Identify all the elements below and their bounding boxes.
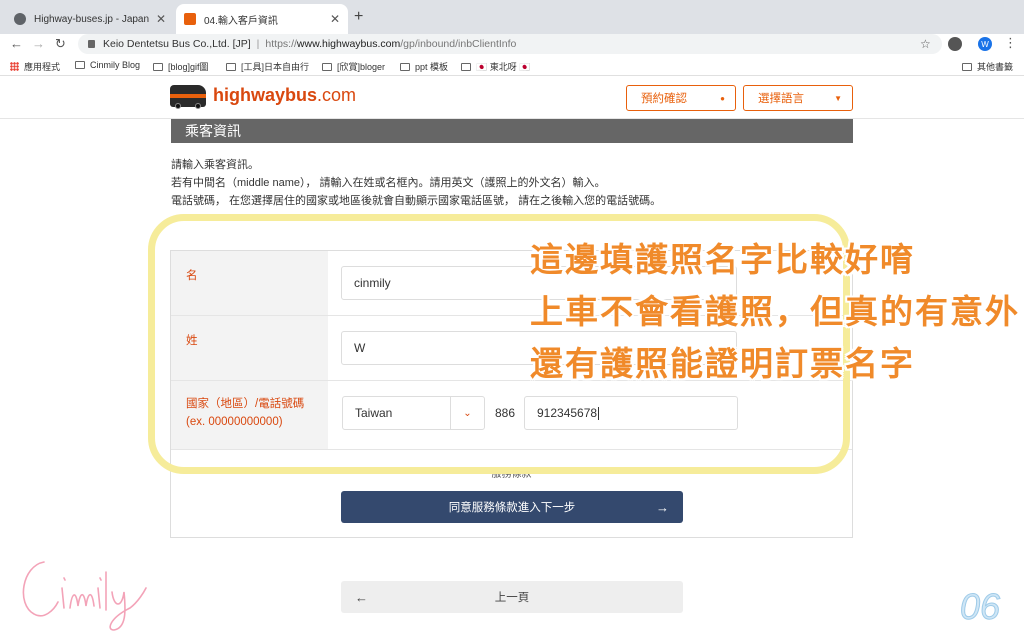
annotation-line: 這邊填護照名字比較好唷 bbox=[530, 241, 915, 278]
bookmark-label: [欣賞]bloger bbox=[337, 62, 386, 72]
button-label: 上一頁 bbox=[494, 592, 530, 604]
url-scheme: https:// bbox=[265, 38, 297, 50]
button-label: 預約確認 bbox=[641, 93, 687, 105]
bookmark-label: Cinmily Blog bbox=[90, 60, 141, 70]
forward-arrow-icon[interactable]: → bbox=[32, 36, 45, 51]
browser-tab-bar: Highway-buses.jp - Japan ✕ 04.輸入客戶資訊 ✕ + bbox=[0, 0, 1024, 34]
bookmark-ppt[interactable]: ppt 模板 bbox=[400, 60, 448, 73]
browser-tab-client-info[interactable]: 04.輸入客戶資訊 ✕ bbox=[176, 4, 348, 34]
button-label: 選擇語言 bbox=[758, 93, 804, 105]
bookmark-label: 應用程式 bbox=[24, 62, 61, 72]
site-header: highwaybus.com 預約確認 ● 選擇語言 ▼ bbox=[0, 77, 1024, 119]
apps-grid-icon bbox=[10, 62, 19, 71]
arrow-right-icon: → bbox=[656, 499, 669, 515]
tab-title: 04.輸入客戶資訊 bbox=[204, 15, 278, 27]
bookmark-star-icon[interactable]: ☆ bbox=[920, 37, 931, 51]
instruction-line: 電話號碼， 在您選擇居住的國家或地區後就會自動顯示國家電話區號， 請在之後輸入您… bbox=[171, 195, 662, 207]
address-bar[interactable]: Keio Dentetsu Bus Co.,Ltd. [JP] | https:… bbox=[78, 34, 942, 54]
folder-icon bbox=[153, 62, 163, 71]
booking-confirm-button[interactable]: 預約確認 ● bbox=[626, 85, 736, 111]
globe-icon bbox=[14, 13, 26, 25]
bookmark-label: [工具]日本自由行 bbox=[241, 62, 310, 72]
caret-down-icon: ▼ bbox=[834, 93, 842, 103]
annotation-text: 這邊填護照名字比較好唷 上車不會看護照，但真的有意外 還有護照能證明訂票名字 bbox=[530, 234, 1020, 390]
back-arrow-icon[interactable]: ← bbox=[10, 36, 23, 51]
url-path: /gp/inbound/inbClientInfo bbox=[400, 38, 517, 50]
bookmark-other[interactable]: 其他書籤 bbox=[962, 60, 1013, 73]
bookmark-label: 其他書籤 bbox=[977, 62, 1014, 72]
folder-icon bbox=[962, 62, 972, 71]
section-title: 乘客資訊 bbox=[185, 123, 241, 139]
bookmark-cinmily-blog[interactable]: Cinmily Blog bbox=[75, 60, 140, 70]
bookmark-japan-trip[interactable]: [工具]日本自由行 bbox=[226, 60, 309, 73]
previous-page-button[interactable]: ← 上一頁 bbox=[341, 581, 683, 613]
folder-icon bbox=[400, 62, 410, 71]
bookmark-tohoku[interactable]: 🇯🇵 東北呀 🇯🇵 bbox=[461, 60, 530, 73]
bookmark-gif[interactable]: [blog]gif圖 bbox=[153, 60, 209, 73]
profile-avatar[interactable]: W bbox=[978, 37, 992, 51]
arrow-left-icon: ← bbox=[355, 589, 368, 605]
page-number: 06 bbox=[959, 586, 1001, 628]
address-separator: | bbox=[256, 38, 260, 50]
logo-suffix-text: .com bbox=[317, 85, 357, 105]
site-identity: Keio Dentetsu Bus Co.,Ltd. [JP] bbox=[103, 38, 251, 50]
annotation-line: 還有護照能證明訂票名字 bbox=[530, 345, 915, 382]
browser-tab-highway-buses[interactable]: Highway-buses.jp - Japan ✕ bbox=[6, 4, 174, 34]
extension-icon[interactable] bbox=[948, 37, 962, 51]
bus-favicon-icon bbox=[184, 13, 196, 25]
reload-icon[interactable]: ↻ bbox=[55, 36, 66, 52]
site-logo[interactable]: highwaybus.com bbox=[213, 85, 356, 106]
logo-main-text: highwaybus bbox=[213, 85, 318, 105]
bookmark-label: ppt 模板 bbox=[415, 62, 449, 72]
close-tab-icon[interactable]: ✕ bbox=[330, 12, 340, 26]
browser-toolbar: ← → ↻ Keio Dentetsu Bus Co.,Ltd. [JP] | … bbox=[0, 34, 1024, 56]
bus-logo-icon[interactable] bbox=[170, 85, 206, 109]
bookmarks-bar: 應用程式 Cinmily Blog [blog]gif圖 [工具]日本自由行 [… bbox=[0, 56, 1024, 76]
menu-dots-icon[interactable]: ⋮ bbox=[1004, 35, 1017, 51]
folder-icon bbox=[322, 62, 332, 71]
user-icon: ● bbox=[720, 93, 725, 103]
language-select-button[interactable]: 選擇語言 ▼ bbox=[743, 85, 853, 111]
instructions: 請輸入乘客資訊。 若有中間名（middle name）， 請輸入在姓或名框內。請… bbox=[171, 156, 661, 210]
tab-title: Highway-buses.jp - Japan bbox=[34, 13, 150, 25]
instruction-line: 請輸入乘客資訊。 bbox=[171, 159, 259, 171]
close-tab-icon[interactable]: ✕ bbox=[156, 12, 166, 26]
new-tab-button[interactable]: + bbox=[354, 8, 363, 26]
folder-icon bbox=[461, 62, 471, 71]
instruction-line: 若有中間名（middle name）， 請輸入在姓或名框內。請用英文（護照上的外… bbox=[171, 177, 606, 189]
button-label: 同意服務條款進入下一步 bbox=[448, 502, 576, 514]
annotation-line: 上車不會看護照，但真的有意外 bbox=[530, 293, 1020, 330]
bookmark-bloger[interactable]: [欣賞]bloger bbox=[322, 60, 385, 73]
bookmark-label: 🇯🇵 東北呀 🇯🇵 bbox=[476, 62, 531, 72]
signature-watermark bbox=[22, 561, 147, 631]
agree-next-button[interactable]: 同意服務條款進入下一步 → bbox=[341, 491, 683, 523]
lock-icon bbox=[88, 40, 95, 48]
folder-icon bbox=[226, 62, 236, 71]
url-host: www.highwaybus.com bbox=[296, 38, 401, 50]
bookmark-label: [blog]gif圖 bbox=[168, 62, 209, 72]
section-title-bar: 乘客資訊 bbox=[171, 119, 853, 143]
bookmark-apps[interactable]: 應用程式 bbox=[10, 60, 60, 73]
folder-icon bbox=[75, 61, 85, 69]
